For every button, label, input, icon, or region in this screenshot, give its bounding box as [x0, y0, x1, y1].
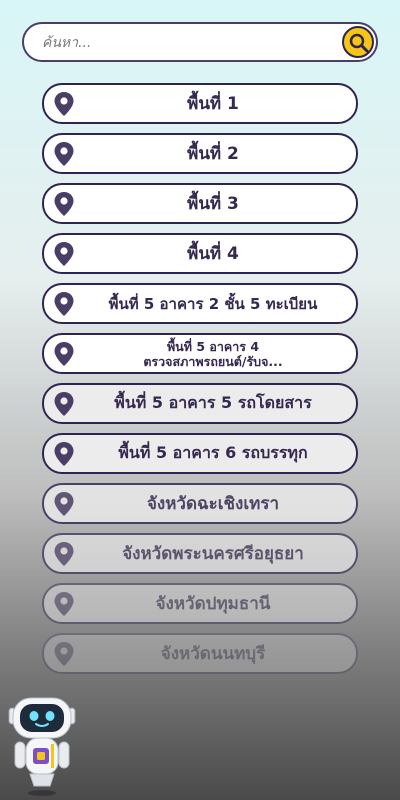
list-item[interactable]: พื้นที่ 5 อาคาร 4 ตรวจสภาพรถยนต์/รับจ... [42, 333, 358, 374]
map-pin-icon [54, 292, 74, 316]
list-item-label: พื้นที่ 5 อาคาร 4 ตรวจสภาพรถยนต์/รับจ... [78, 335, 348, 372]
list-item[interactable]: จังหวัดพระนครศรีอยุธยา [42, 533, 358, 574]
map-pin-icon [54, 542, 74, 566]
list-item[interactable]: พื้นที่ 5 อาคาร 2 ชั้น 5 ทะเบียน [42, 283, 358, 324]
list-item-label: พื้นที่ 3 [187, 194, 239, 214]
list-item[interactable]: พื้นที่ 5 อาคาร 5 รถโดยสาร [42, 383, 358, 424]
map-pin-icon [54, 192, 74, 216]
list-item[interactable]: จังหวัดฉะเชิงเทรา [42, 483, 358, 524]
map-pin-icon [54, 642, 74, 666]
map-pin-icon [54, 142, 74, 166]
map-pin-icon [54, 242, 74, 266]
list-item-label: พื้นที่ 5 อาคาร 6 รถบรรทุก [118, 443, 308, 462]
list-item[interactable]: จังหวัดปทุมธานี [42, 583, 358, 624]
list-item[interactable]: พื้นที่ 2 [42, 133, 358, 174]
list-item-label: จังหวัดนนทบุรี [160, 644, 266, 664]
list-item-label-line1: พื้นที่ 5 อาคาร 4 [166, 338, 260, 354]
list-item[interactable]: พื้นที่ 3 [42, 183, 358, 224]
map-pin-icon [54, 592, 74, 616]
robot-assistant-icon[interactable] [4, 694, 80, 798]
list-item-label: จังหวัดปทุมธานี [155, 594, 271, 614]
search-button[interactable] [342, 26, 374, 58]
map-pin-icon [54, 492, 74, 516]
search-icon [349, 33, 369, 53]
list-item[interactable]: พื้นที่ 4 [42, 233, 358, 274]
list-item-label: พื้นที่ 2 [187, 144, 239, 164]
map-pin-icon [54, 342, 74, 366]
location-list: พื้นที่ 1 พื้นที่ 2 พื้นที่ 3 พื้นที่ 4 … [42, 83, 358, 683]
search-input[interactable] [40, 24, 344, 62]
list-item-label: พื้นที่ 1 [187, 94, 239, 114]
list-item-label: จังหวัดฉะเชิงเทรา [146, 494, 280, 514]
list-item-label: พื้นที่ 5 อาคาร 2 ชั้น 5 ทะเบียน [108, 294, 318, 313]
list-item[interactable]: พื้นที่ 5 อาคาร 6 รถบรรทุก [42, 433, 358, 474]
list-item[interactable]: จังหวัดนนทบุรี [42, 633, 358, 674]
list-item-label: พื้นที่ 4 [187, 244, 239, 264]
search-bar [22, 22, 378, 62]
map-pin-icon [54, 392, 74, 416]
list-item[interactable]: พื้นที่ 1 [42, 83, 358, 124]
map-pin-icon [54, 442, 74, 466]
map-pin-icon [54, 92, 74, 116]
list-item-label: จังหวัดพระนครศรีอยุธยา [122, 544, 304, 564]
list-item-label-line2: ตรวจสภาพรถยนต์/รับจ... [143, 353, 283, 369]
list-item-label: พื้นที่ 5 อาคาร 5 รถโดยสาร [114, 393, 312, 412]
